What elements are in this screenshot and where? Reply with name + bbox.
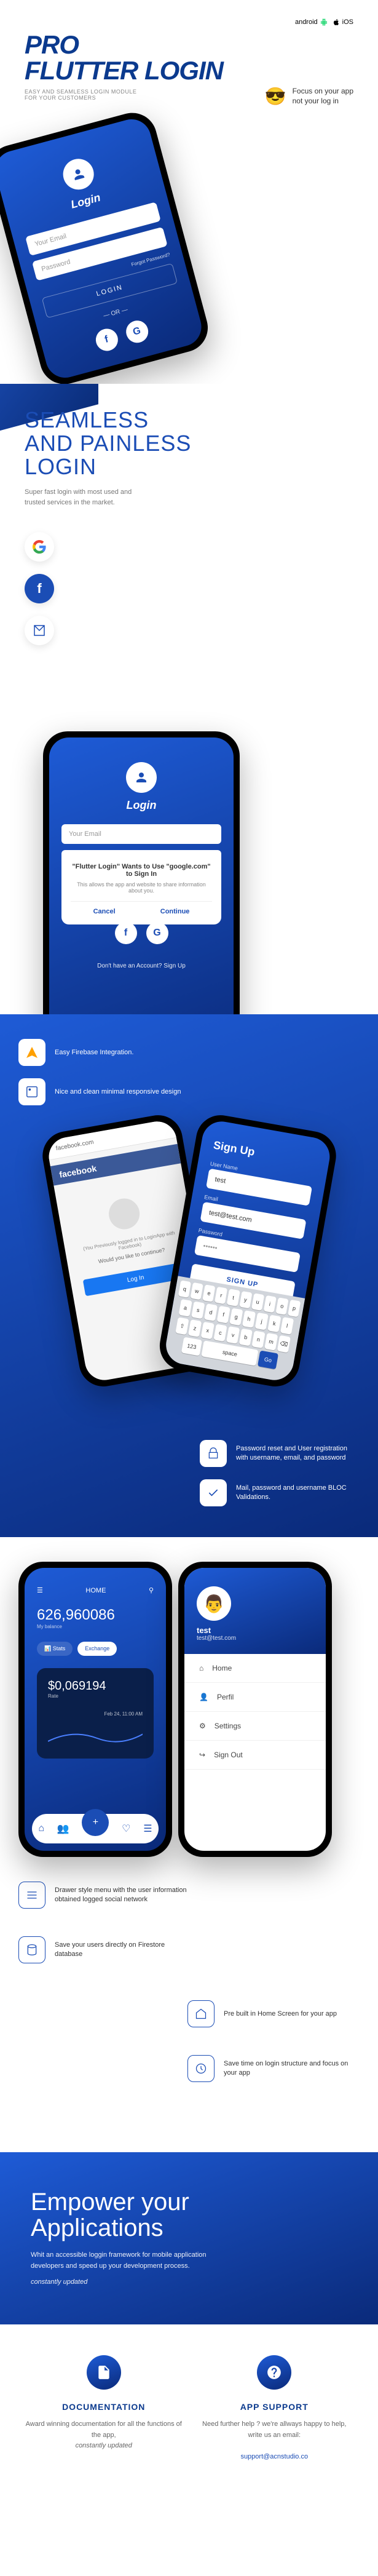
rate-value: $0,069194 xyxy=(48,1679,143,1693)
android-badge: android xyxy=(295,18,328,26)
nav-home-icon[interactable]: ⌂ xyxy=(38,1823,44,1834)
signup-prompt[interactable]: Don't have an Account? Sign Up xyxy=(61,963,221,969)
hero-blurb: 😎 Focus on your app not your log in xyxy=(265,86,353,106)
rate-label: Rate xyxy=(48,1693,143,1699)
nav-heart-icon[interactable]: ♡ xyxy=(122,1823,130,1835)
google-icon xyxy=(25,532,54,562)
gear-icon: ⚙ xyxy=(199,1722,206,1730)
chart-icon xyxy=(48,1723,143,1747)
docs-section: DOCUMENTATION Award winning documentatio… xyxy=(0,2324,378,2505)
sunglasses-emoji-icon: 😎 xyxy=(265,86,286,106)
login-avatar-icon xyxy=(126,762,157,793)
lock-icon xyxy=(200,1440,227,1467)
design-icon xyxy=(18,1078,45,1105)
seamless-heading: SEAMLESS AND PAINLESS LOGIN xyxy=(25,408,353,478)
drawer-item-settings[interactable]: ⚙Settings xyxy=(184,1712,326,1741)
features-right: Pre built in Home Screen for your app Sa… xyxy=(187,2000,360,2094)
modal-continue-button[interactable]: Continue xyxy=(160,908,190,915)
social-login-row: f G xyxy=(53,308,190,364)
drawer-icon xyxy=(18,1882,45,1909)
drawer-item-signout[interactable]: ↪Sign Out xyxy=(184,1741,326,1770)
support-email-link[interactable]: support@acnstudio.co xyxy=(240,2453,308,2460)
drawer-avatar-icon: 👨 xyxy=(197,1586,231,1621)
empower-cta: constantly updated xyxy=(31,2277,227,2288)
nav-users-icon[interactable]: 👥 xyxy=(57,1823,69,1835)
ios-badge: iOS xyxy=(333,18,353,26)
hero-title: PRO FLUTTER LOGIN xyxy=(25,32,353,84)
drawer-item-profile[interactable]: 👤Perfil xyxy=(184,1683,326,1712)
home-title: HOME xyxy=(85,1587,106,1594)
empower-section: Empower your Applications Whit an access… xyxy=(0,2152,378,2324)
seamless-phone-mock: Login Your Email Password LOGIN — OR — f… xyxy=(43,731,240,1014)
support-body: Need further help ? we're allways happy … xyxy=(195,2419,354,2462)
home-section: ☰ HOME ⚲ 626,960086 My balance 📊 Stats E… xyxy=(0,1537,378,2152)
modal-title: "Flutter Login" Wants to Use "google.com… xyxy=(71,863,212,878)
empower-body: Whit an accessible loggin framework for … xyxy=(31,2250,227,2272)
home-icon: ⌂ xyxy=(199,1664,203,1672)
home-screen-icon xyxy=(187,2000,215,2027)
drawer-name: test xyxy=(197,1626,313,1635)
date-label: Feb 24, 11:00 AM xyxy=(48,1711,143,1717)
firebase-icon xyxy=(18,1039,45,1066)
login-avatar-icon xyxy=(60,156,97,193)
drawer-item-home[interactable]: ⌂Home xyxy=(184,1654,326,1683)
exchange-button[interactable]: Exchange xyxy=(77,1642,117,1656)
nav-profile-icon[interactable]: ☰ xyxy=(143,1823,152,1835)
user-icon: 👤 xyxy=(199,1693,208,1701)
facebook-icon[interactable]: f xyxy=(115,922,137,944)
social-icons-list: f xyxy=(25,532,353,645)
balance-value: 626,960086 xyxy=(37,1607,154,1624)
doc-title: DOCUMENTATION xyxy=(25,2402,183,2412)
doc-body: Award winning documentation for all the … xyxy=(25,2419,183,2452)
feature-item: Mail, password and username BLOC Validat… xyxy=(200,1479,360,1506)
drawer-email: test@test.com xyxy=(197,1635,313,1642)
email-field[interactable]: Your Email xyxy=(61,824,221,844)
bottom-nav: ⌂ 👥 + ♡ ☰ xyxy=(32,1814,159,1843)
google-icon[interactable]: G xyxy=(124,318,151,345)
support-icon xyxy=(257,2355,291,2390)
facebook-icon: f xyxy=(25,574,54,603)
features-left: Drawer style menu with the user informat… xyxy=(18,1882,191,1976)
modal-body: This allows the app and website to share… xyxy=(71,881,212,894)
documentation-col: DOCUMENTATION Award winning documentatio… xyxy=(25,2355,183,2462)
mail-icon xyxy=(25,616,54,645)
hero-section: android iOS PRO FLUTTER LOGIN EASY AND S… xyxy=(0,0,378,384)
oauth-modal: "Flutter Login" Wants to Use "google.com… xyxy=(61,854,221,924)
login-title: Login xyxy=(61,799,221,812)
seamless-subtext: Super fast login with most used and trus… xyxy=(25,487,148,507)
stats-button[interactable]: 📊 Stats xyxy=(37,1642,73,1656)
support-col: APP SUPPORT Need further help ? we're al… xyxy=(195,2355,354,2462)
search-icon[interactable]: ⚲ xyxy=(149,1586,154,1594)
modal-cancel-button[interactable]: Cancel xyxy=(93,908,116,915)
balance-label: My balance xyxy=(37,1624,154,1629)
google-icon[interactable]: G xyxy=(146,922,168,944)
seamless-section: SEAMLESS AND PAINLESS LOGIN Super fast l… xyxy=(0,384,378,1014)
empower-heading: Empower your Applications xyxy=(31,2189,347,2241)
database-icon xyxy=(18,1936,45,1963)
features-section-1: Easy Firebase Integration. Nice and clea… xyxy=(0,1014,378,1537)
document-icon xyxy=(87,2355,121,2390)
hero-phone-mock: Login Your Email Password Forgot Passwor… xyxy=(0,108,213,384)
signout-icon: ↪ xyxy=(199,1751,205,1759)
feature-item: Easy Firebase Integration. xyxy=(18,1039,360,1066)
feature-item: Password reset and User registration wit… xyxy=(200,1440,360,1467)
menu-icon[interactable]: ☰ xyxy=(37,1586,43,1594)
home-phone: ☰ HOME ⚲ 626,960086 My balance 📊 Stats E… xyxy=(18,1562,172,1857)
check-icon xyxy=(200,1479,227,1506)
fb-avatar-icon xyxy=(106,1196,142,1232)
platform-badges: android iOS xyxy=(25,18,353,26)
facebook-icon[interactable]: f xyxy=(93,327,120,354)
drawer-phone: 👨 test test@test.com ⌂Home 👤Perfil ⚙Sett… xyxy=(178,1562,332,1857)
nav-add-icon[interactable]: + xyxy=(82,1809,109,1836)
feature-item: Nice and clean minimal responsive design xyxy=(18,1078,360,1105)
support-title: APP SUPPORT xyxy=(195,2402,354,2412)
drawer-header: 👨 test test@test.com xyxy=(184,1568,326,1654)
clock-icon xyxy=(187,2055,215,2082)
